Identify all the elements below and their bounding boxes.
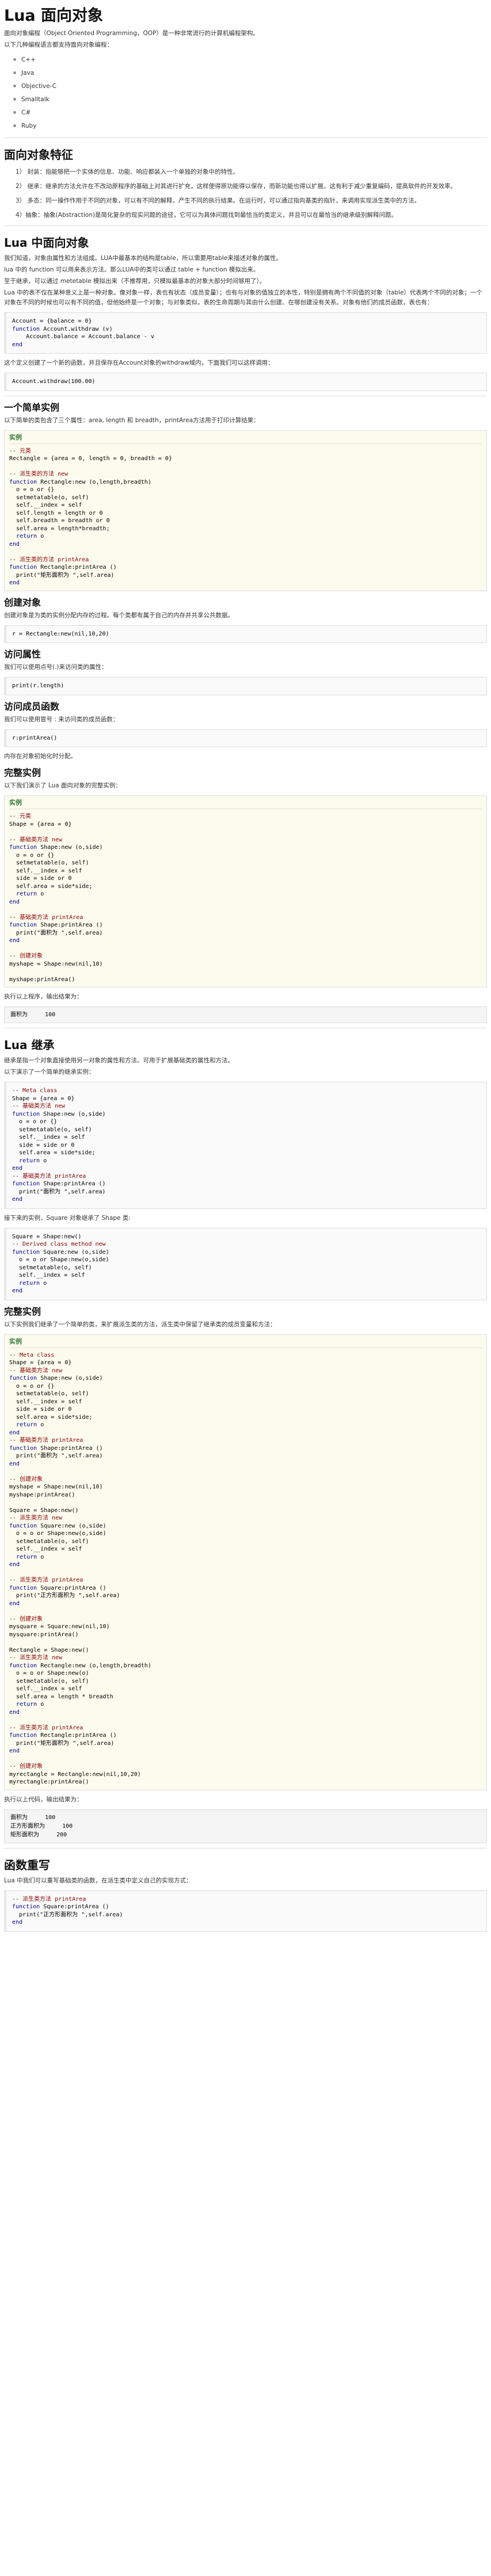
- section-heading-override: 函数重写: [4, 1858, 50, 1872]
- paragraph: 创建对象是为类的实例分配内存的过程。每个类都有属于自己的内存并共享公共数据。: [4, 611, 234, 619]
- list-item: Objective-C: [21, 80, 487, 93]
- paragraph: 以下实例我们继承了一个简单的类，来扩展派生类的方法，派生类中保留了继承类的成员变…: [4, 1320, 276, 1328]
- list-item: 3） 多态：同一操作作用于不同的对象，可以有不同的解释，产生不同的执行结果。在运…: [16, 197, 421, 204]
- language-list: C++ Java Objective-C Smalltalk C# Ruby: [4, 53, 487, 133]
- code-block: r = Rectangle:new(nil,10,20): [4, 625, 487, 643]
- paragraph: Lua 中的表不仅在某种意义上是一种对象。像对象一样，表也有状态（成员变量）；也…: [4, 289, 482, 306]
- example-label: 实例: [9, 431, 482, 444]
- paragraph: 这个定义创建了一个新的函数，并且保存在Account对象的withdraw域内，…: [4, 359, 274, 366]
- code-block: print(r.length): [4, 677, 487, 695]
- code-block: -- 派生类方法 printArea function Square:print…: [4, 1890, 487, 1932]
- article: Lua 面向对象 面向对象编程（Object Oriented Programm…: [0, 7, 491, 1932]
- paragraph: lua 中的 function 可以用来表示方法。那么LUA中的类可以通过 ta…: [4, 266, 260, 273]
- paragraph: 我们知道，对象由属性和方法组成。LUA中最基本的结构是table，所以需要用ta…: [4, 255, 282, 262]
- list-item: 4）抽象：抽象(Abstraction)是简化复杂的现实问题的途径，它可以为具体…: [16, 212, 397, 219]
- page-title: Lua 面向对象: [4, 7, 104, 25]
- code-block: -- Meta class Shape = {area = 0} -- 基础类方…: [4, 1082, 487, 1209]
- section-heading-complete-example-2: 完整实例: [4, 1306, 41, 1317]
- list-item: C#: [21, 106, 487, 120]
- section-heading-simple-example: 一个简单实例: [4, 401, 60, 413]
- paragraph: 以下演示了一个简单的继承实例：: [4, 1069, 95, 1075]
- paragraph: 我们可以使用点号(.)来访问类的属性：: [4, 664, 108, 671]
- list-item: C++: [21, 53, 487, 67]
- example-label: 实例: [9, 1335, 482, 1348]
- list-item: 2） 继承：继承的方法允许在不改动原程序的基础上对其进行扩充，这样使得原功能得以…: [16, 183, 457, 190]
- paragraph: 内存在对象初始化时分配。: [4, 753, 77, 760]
- paragraph: 继承是指一个对象直接使用另一对象的属性和方法。可用于扩展基础类的属性和方法。: [4, 1057, 234, 1064]
- code-block: Account = {balance = 0} function Account…: [4, 312, 487, 354]
- example-box: 实例 -- 元类 Rectangle = {area = 0, length =…: [4, 430, 487, 591]
- section-heading-inheritance: Lua 继承: [4, 1038, 55, 1052]
- code-block: -- Meta class Shape = {area = 0} -- 基础类方…: [9, 1352, 151, 1786]
- section-heading-lua-oop: Lua 中面向对象: [4, 236, 89, 250]
- intro-paragraph-2: 以下几种编程语言都支持面向对象编程：: [4, 41, 113, 48]
- paragraph: 以下我们演示了 Lua 面向对象的完整实例：: [4, 782, 121, 789]
- paragraph: 我们可以使用冒号 : 来访问类的成员函数：: [4, 715, 119, 723]
- code-block: Account.withdraw(100.00): [4, 373, 487, 391]
- paragraph: 执行以上代码，输出结果为：: [4, 1796, 83, 1803]
- code-block: r:printArea(): [4, 729, 487, 747]
- divider: [4, 137, 487, 138]
- section-heading-access-property: 访问属性: [4, 649, 41, 660]
- paragraph: 至于继承，可以通过 metetable 模拟出来（不推荐用，只模拟最基本的对象大…: [4, 278, 266, 285]
- list-item: 1） 封装：指能够把一个实体的信息、功能、响应都装入一个单独的对象中的特性。: [16, 169, 239, 175]
- list-item: Java: [21, 67, 487, 80]
- list-item: Ruby: [21, 120, 487, 133]
- intro-paragraph: 面向对象编程（Object Oriented Programming，OOP）是…: [4, 30, 259, 37]
- paragraph: 执行以上程序，输出结果为：: [4, 993, 83, 1000]
- divider: [4, 225, 487, 226]
- section-heading-create-object: 创建对象: [4, 596, 41, 608]
- feature-list: 1） 封装：指能够把一个实体的信息、功能、响应都装入一个单独的对象中的特性。 2…: [4, 168, 487, 220]
- example-label: 实例: [9, 796, 482, 809]
- code-block: -- 元类 Shape = {area = 0} -- 基础类方法 new fu…: [9, 813, 103, 983]
- example-box: 实例 -- 元类 Shape = {area = 0} -- 基础类方法 new…: [4, 795, 487, 987]
- example-box: 实例 -- Meta class Shape = {area = 0} -- 基…: [4, 1334, 487, 1790]
- code-block: Square = Shape:new() -- Derived class me…: [4, 1227, 487, 1300]
- paragraph: Lua 中我们可以重写基础类的函数，在派生类中定义自己的实现方式：: [4, 1877, 192, 1884]
- output-block: 面积为 100: [4, 1006, 487, 1023]
- list-item: Smalltalk: [21, 93, 487, 106]
- output-block: 面积为 100 正方形面积为 100 矩形面积为 200: [4, 1809, 487, 1843]
- paragraph: 接下来的实例，Square 对象继承了 Shape 类:: [4, 1214, 131, 1222]
- section-heading-access-member: 访问成员函数: [4, 701, 60, 712]
- section-heading-complete-example: 完整实例: [4, 767, 41, 778]
- paragraph: 以下简单的类包含了三个属性：area, length 和 breadth，pri…: [4, 416, 260, 424]
- code-block: -- 元类 Rectangle = {area = 0, length = 0,…: [9, 447, 172, 587]
- section-heading-features: 面向对象特征: [4, 148, 73, 162]
